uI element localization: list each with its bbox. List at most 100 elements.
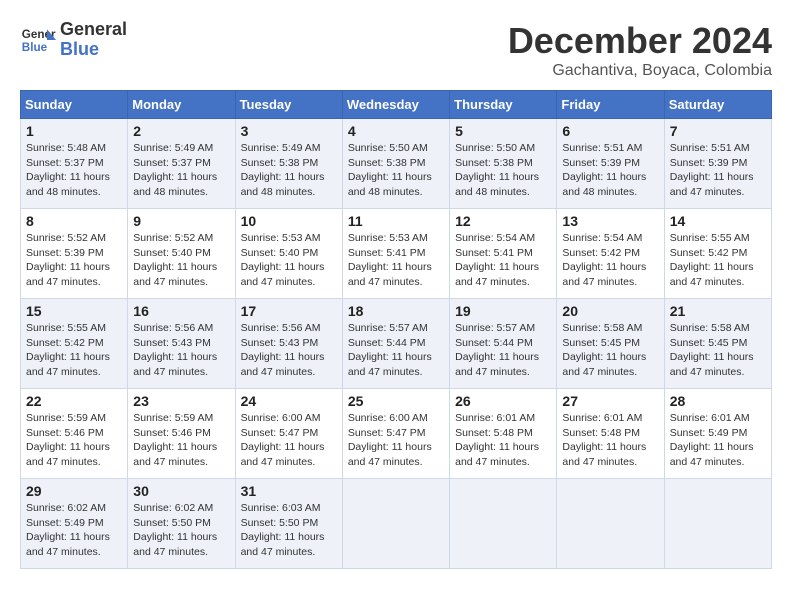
sunrise-label: Sunrise: 5:56 AM — [241, 322, 321, 334]
calendar-cell: 22 Sunrise: 5:59 AM Sunset: 5:46 PM Dayl… — [21, 389, 128, 479]
logo-blue: Blue — [60, 40, 127, 60]
calendar-cell: 9 Sunrise: 5:52 AM Sunset: 5:40 PM Dayli… — [128, 209, 235, 299]
day-number: 29 — [26, 483, 122, 499]
daylight-label: Daylight: 11 hours and 47 minutes. — [133, 441, 217, 468]
calendar-week-row: 29 Sunrise: 6:02 AM Sunset: 5:49 PM Dayl… — [21, 479, 772, 569]
title-block: December 2024 Gachantiva, Boyaca, Colomb… — [508, 20, 772, 80]
calendar-cell: 25 Sunrise: 6:00 AM Sunset: 5:47 PM Dayl… — [342, 389, 449, 479]
day-info: Sunrise: 6:01 AM Sunset: 5:48 PM Dayligh… — [562, 411, 658, 470]
daylight-label: Daylight: 11 hours and 47 minutes. — [670, 351, 754, 378]
sunset-label: Sunset: 5:40 PM — [241, 247, 319, 259]
day-number: 30 — [133, 483, 229, 499]
sunset-label: Sunset: 5:39 PM — [26, 247, 104, 259]
sunrise-label: Sunrise: 5:53 AM — [348, 232, 428, 244]
calendar-cell: 24 Sunrise: 6:00 AM Sunset: 5:47 PM Dayl… — [235, 389, 342, 479]
calendar-header-row: SundayMondayTuesdayWednesdayThursdayFrid… — [21, 91, 772, 119]
day-number: 18 — [348, 303, 444, 319]
daylight-label: Daylight: 11 hours and 47 minutes. — [670, 171, 754, 198]
sunset-label: Sunset: 5:47 PM — [348, 427, 426, 439]
day-info: Sunrise: 6:00 AM Sunset: 5:47 PM Dayligh… — [241, 411, 337, 470]
sunset-label: Sunset: 5:50 PM — [241, 517, 319, 529]
day-info: Sunrise: 5:54 AM Sunset: 5:42 PM Dayligh… — [562, 231, 658, 290]
day-info: Sunrise: 5:48 AM Sunset: 5:37 PM Dayligh… — [26, 141, 122, 200]
day-info: Sunrise: 6:00 AM Sunset: 5:47 PM Dayligh… — [348, 411, 444, 470]
calendar-cell: 7 Sunrise: 5:51 AM Sunset: 5:39 PM Dayli… — [664, 119, 771, 209]
day-info: Sunrise: 5:50 AM Sunset: 5:38 PM Dayligh… — [348, 141, 444, 200]
calendar-cell: 6 Sunrise: 5:51 AM Sunset: 5:39 PM Dayli… — [557, 119, 664, 209]
day-info: Sunrise: 5:52 AM Sunset: 5:39 PM Dayligh… — [26, 231, 122, 290]
day-info: Sunrise: 6:02 AM Sunset: 5:49 PM Dayligh… — [26, 501, 122, 560]
day-number: 2 — [133, 123, 229, 139]
daylight-label: Daylight: 11 hours and 48 minutes. — [348, 171, 432, 198]
calendar-cell: 2 Sunrise: 5:49 AM Sunset: 5:37 PM Dayli… — [128, 119, 235, 209]
calendar-cell: 8 Sunrise: 5:52 AM Sunset: 5:39 PM Dayli… — [21, 209, 128, 299]
day-number: 17 — [241, 303, 337, 319]
sunrise-label: Sunrise: 5:49 AM — [241, 142, 321, 154]
daylight-label: Daylight: 11 hours and 47 minutes. — [348, 441, 432, 468]
daylight-label: Daylight: 11 hours and 48 minutes. — [455, 171, 539, 198]
day-info: Sunrise: 5:49 AM Sunset: 5:38 PM Dayligh… — [241, 141, 337, 200]
day-info: Sunrise: 5:53 AM Sunset: 5:40 PM Dayligh… — [241, 231, 337, 290]
sunrise-label: Sunrise: 5:54 AM — [562, 232, 642, 244]
sunrise-label: Sunrise: 6:00 AM — [348, 412, 428, 424]
sunset-label: Sunset: 5:49 PM — [670, 427, 748, 439]
calendar-cell: 13 Sunrise: 5:54 AM Sunset: 5:42 PM Dayl… — [557, 209, 664, 299]
day-number: 20 — [562, 303, 658, 319]
sunrise-label: Sunrise: 5:54 AM — [455, 232, 535, 244]
month-title: December 2024 — [508, 20, 772, 62]
day-info: Sunrise: 5:59 AM Sunset: 5:46 PM Dayligh… — [133, 411, 229, 470]
sunrise-label: Sunrise: 5:52 AM — [133, 232, 213, 244]
daylight-label: Daylight: 11 hours and 47 minutes. — [670, 441, 754, 468]
day-number: 7 — [670, 123, 766, 139]
sunrise-label: Sunrise: 6:03 AM — [241, 502, 321, 514]
day-info: Sunrise: 5:49 AM Sunset: 5:37 PM Dayligh… — [133, 141, 229, 200]
day-number: 6 — [562, 123, 658, 139]
calendar-cell: 28 Sunrise: 6:01 AM Sunset: 5:49 PM Dayl… — [664, 389, 771, 479]
day-number: 9 — [133, 213, 229, 229]
calendar-cell: 29 Sunrise: 6:02 AM Sunset: 5:49 PM Dayl… — [21, 479, 128, 569]
calendar-week-row: 15 Sunrise: 5:55 AM Sunset: 5:42 PM Dayl… — [21, 299, 772, 389]
header-sunday: Sunday — [21, 91, 128, 119]
calendar-cell — [557, 479, 664, 569]
calendar-cell: 30 Sunrise: 6:02 AM Sunset: 5:50 PM Dayl… — [128, 479, 235, 569]
calendar-cell: 15 Sunrise: 5:55 AM Sunset: 5:42 PM Dayl… — [21, 299, 128, 389]
calendar-cell — [450, 479, 557, 569]
svg-text:Blue: Blue — [22, 41, 48, 54]
day-info: Sunrise: 5:59 AM Sunset: 5:46 PM Dayligh… — [26, 411, 122, 470]
day-number: 15 — [26, 303, 122, 319]
sunrise-label: Sunrise: 5:56 AM — [133, 322, 213, 334]
daylight-label: Daylight: 11 hours and 47 minutes. — [241, 261, 325, 288]
sunset-label: Sunset: 5:37 PM — [133, 157, 211, 169]
day-number: 10 — [241, 213, 337, 229]
day-info: Sunrise: 5:58 AM Sunset: 5:45 PM Dayligh… — [562, 321, 658, 380]
day-number: 13 — [562, 213, 658, 229]
header-thursday: Thursday — [450, 91, 557, 119]
header-friday: Friday — [557, 91, 664, 119]
sunset-label: Sunset: 5:43 PM — [241, 337, 319, 349]
sunset-label: Sunset: 5:50 PM — [133, 517, 211, 529]
daylight-label: Daylight: 11 hours and 48 minutes. — [133, 171, 217, 198]
sunset-label: Sunset: 5:42 PM — [670, 247, 748, 259]
sunrise-label: Sunrise: 5:58 AM — [670, 322, 750, 334]
header-tuesday: Tuesday — [235, 91, 342, 119]
sunset-label: Sunset: 5:45 PM — [670, 337, 748, 349]
calendar-cell: 19 Sunrise: 5:57 AM Sunset: 5:44 PM Dayl… — [450, 299, 557, 389]
daylight-label: Daylight: 11 hours and 47 minutes. — [26, 531, 110, 558]
day-info: Sunrise: 5:57 AM Sunset: 5:44 PM Dayligh… — [455, 321, 551, 380]
daylight-label: Daylight: 11 hours and 47 minutes. — [348, 351, 432, 378]
daylight-label: Daylight: 11 hours and 47 minutes. — [26, 441, 110, 468]
calendar-cell: 31 Sunrise: 6:03 AM Sunset: 5:50 PM Dayl… — [235, 479, 342, 569]
day-number: 26 — [455, 393, 551, 409]
day-info: Sunrise: 6:01 AM Sunset: 5:48 PM Dayligh… — [455, 411, 551, 470]
sunset-label: Sunset: 5:38 PM — [241, 157, 319, 169]
day-info: Sunrise: 6:02 AM Sunset: 5:50 PM Dayligh… — [133, 501, 229, 560]
daylight-label: Daylight: 11 hours and 47 minutes. — [133, 531, 217, 558]
day-info: Sunrise: 5:53 AM Sunset: 5:41 PM Dayligh… — [348, 231, 444, 290]
sunset-label: Sunset: 5:41 PM — [348, 247, 426, 259]
sunrise-label: Sunrise: 5:52 AM — [26, 232, 106, 244]
day-number: 1 — [26, 123, 122, 139]
daylight-label: Daylight: 11 hours and 47 minutes. — [133, 261, 217, 288]
calendar-cell: 23 Sunrise: 5:59 AM Sunset: 5:46 PM Dayl… — [128, 389, 235, 479]
calendar-cell: 11 Sunrise: 5:53 AM Sunset: 5:41 PM Dayl… — [342, 209, 449, 299]
sunrise-label: Sunrise: 6:02 AM — [133, 502, 213, 514]
